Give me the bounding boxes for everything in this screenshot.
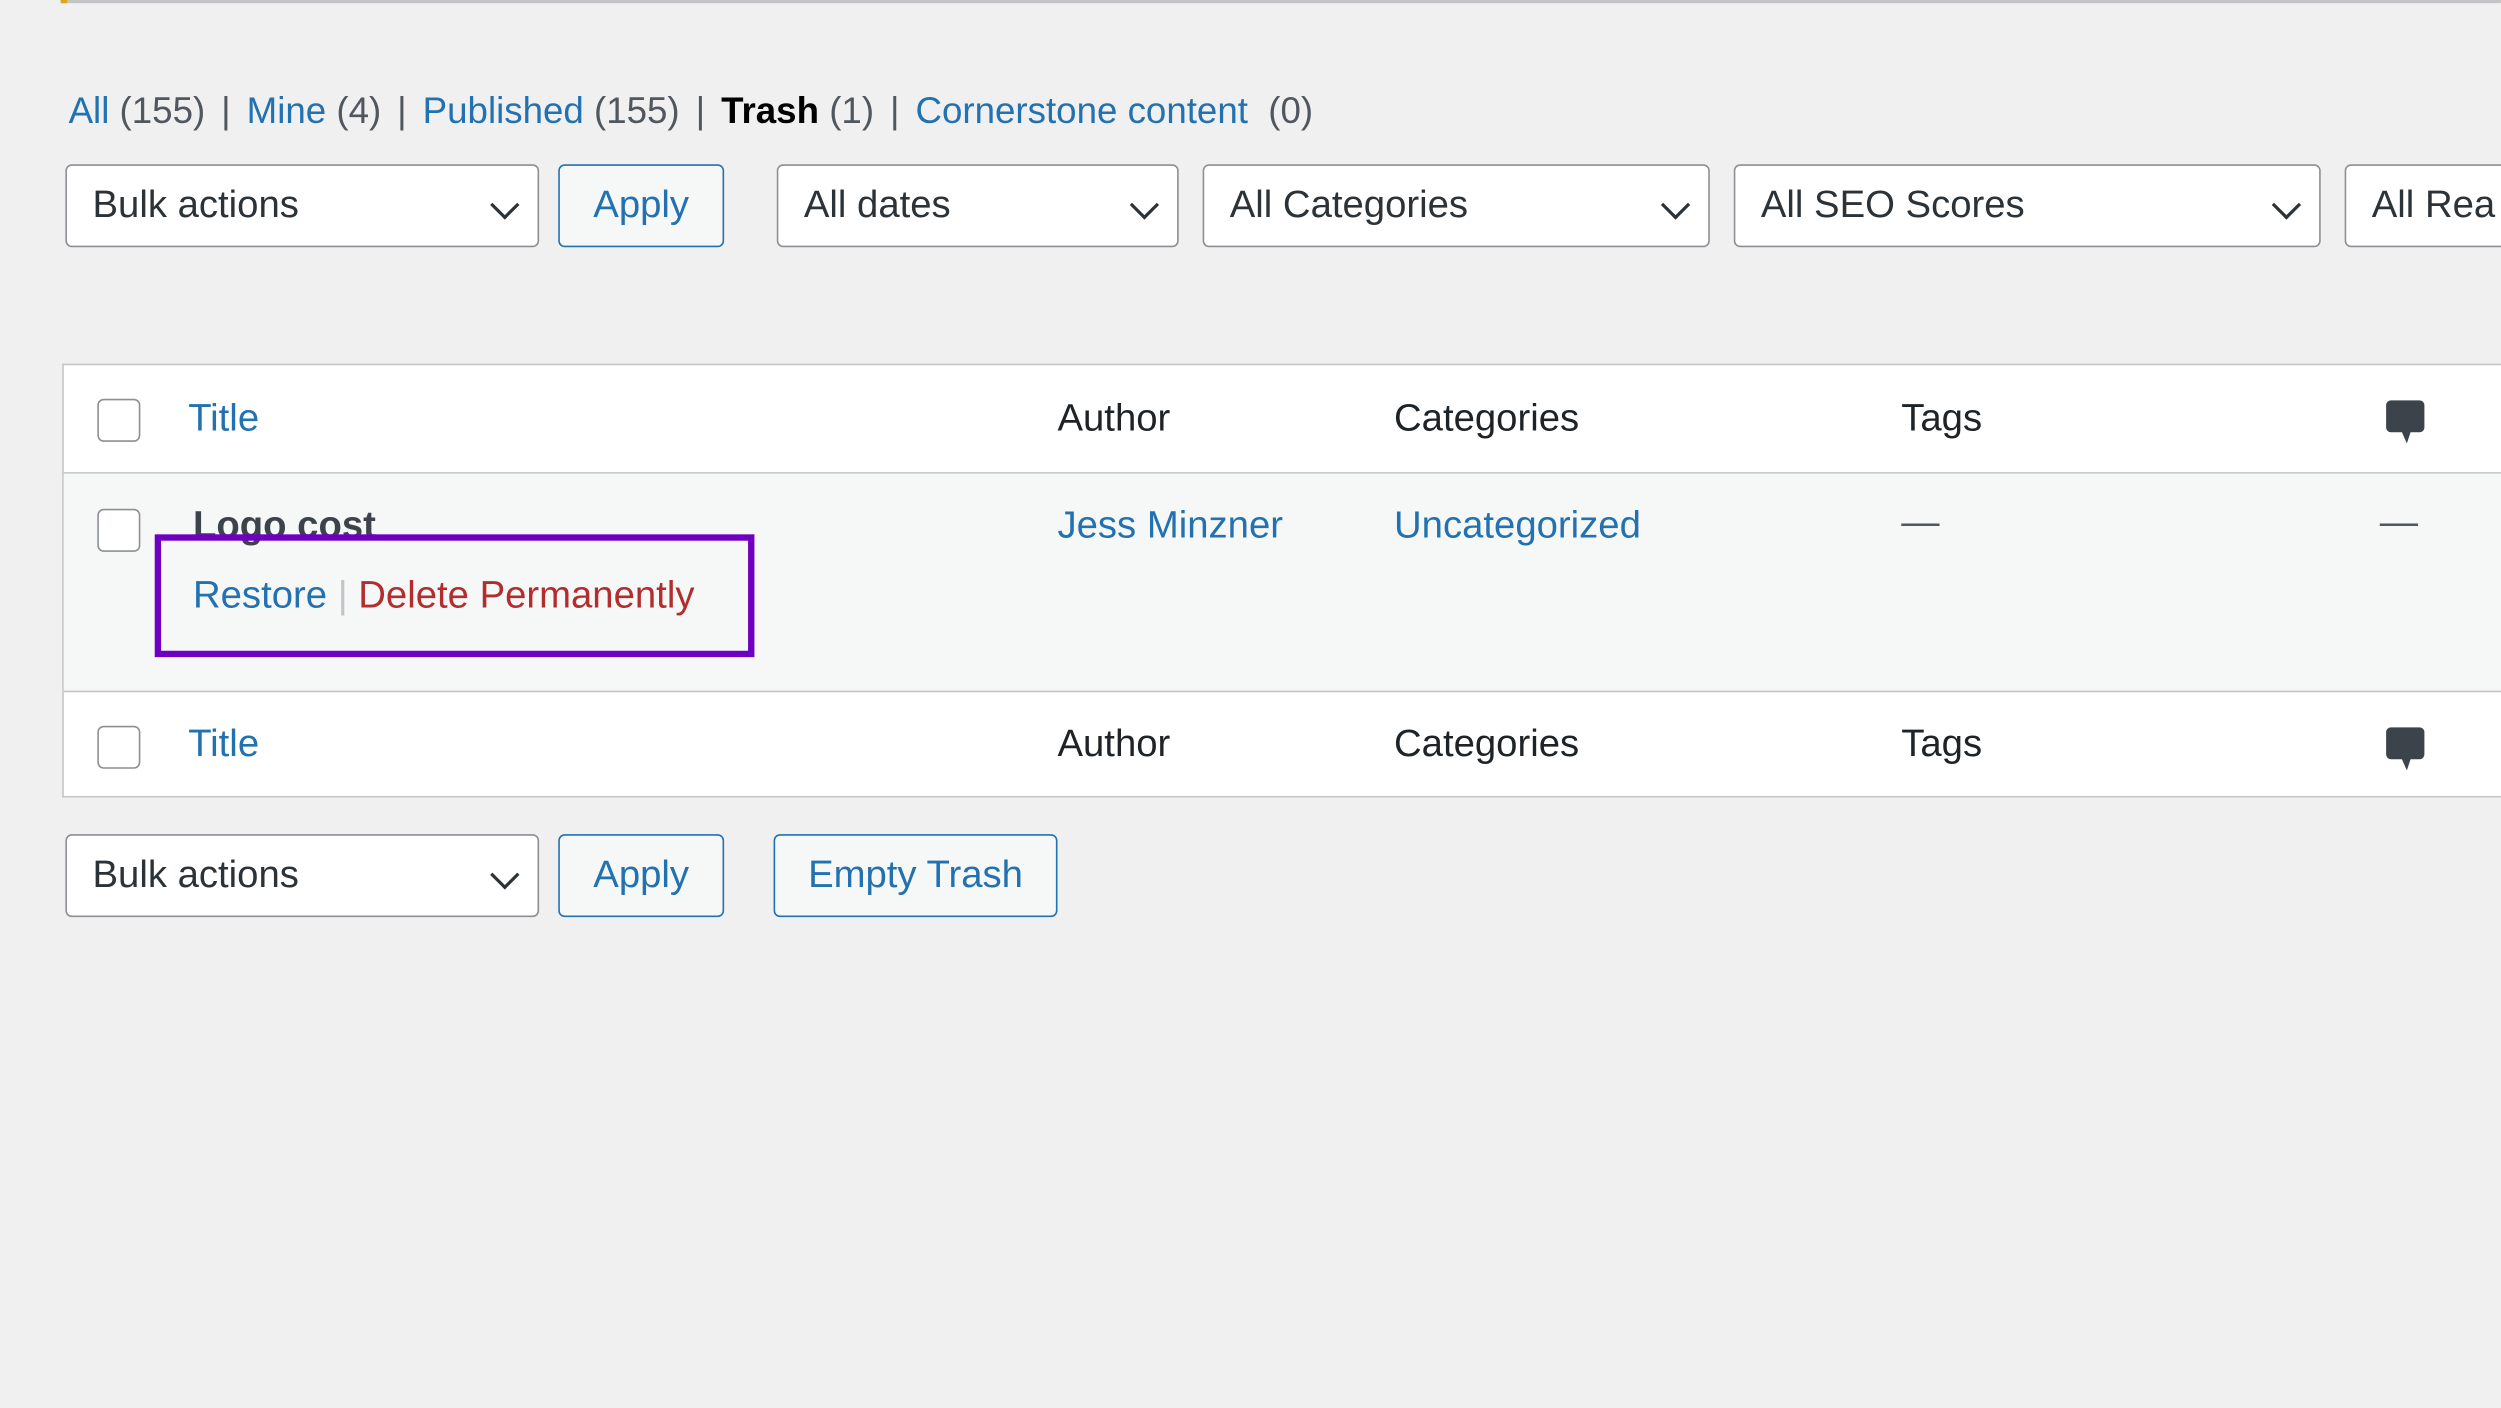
separator: | bbox=[695, 89, 706, 131]
filter-trash[interactable]: Trash (1) bbox=[721, 89, 874, 130]
apply-button-bottom[interactable]: Apply bbox=[558, 834, 725, 918]
readability-select[interactable]: All Rea bbox=[2344, 164, 2501, 248]
seo-scores-select[interactable]: All SEO Scores bbox=[1733, 164, 2321, 248]
empty-trash-button[interactable]: Empty Trash bbox=[773, 834, 1058, 918]
dates-value: All dates bbox=[803, 183, 951, 227]
status-filters: All (155) | Mine (4) | Published (155) | Trash… bbox=[69, 89, 1314, 132]
bulk-actions-value: Bulk actions bbox=[92, 183, 299, 227]
chevron-down-icon bbox=[1129, 190, 1160, 220]
readability-value: All Rea bbox=[2371, 183, 2496, 227]
filter-published[interactable]: Published (155) bbox=[423, 89, 680, 130]
apply-button[interactable]: Apply bbox=[558, 164, 725, 248]
categories-value: All Categories bbox=[1229, 183, 1469, 227]
tags-column-header: Tags bbox=[1901, 397, 1983, 441]
chevron-down-icon bbox=[490, 860, 520, 890]
tags-value: — bbox=[1901, 500, 1940, 544]
filter-mine[interactable]: Mine (4) bbox=[247, 89, 382, 130]
author-column-footer: Author bbox=[1057, 722, 1171, 766]
separator: | bbox=[397, 89, 407, 131]
bulk-actions-select-bottom[interactable]: Bulk actions bbox=[65, 834, 540, 918]
highlight-box bbox=[154, 534, 755, 658]
select-all-checkbox[interactable] bbox=[97, 398, 141, 442]
bulk-actions-select[interactable]: Bulk actions bbox=[65, 164, 540, 248]
author-column-header: Author bbox=[1057, 397, 1171, 441]
table-header: Title Author Categories Tags bbox=[63, 365, 2501, 474]
chevron-down-icon bbox=[490, 190, 520, 220]
bulk-actions-value: Bulk actions bbox=[92, 853, 299, 897]
categories-column-header: Categories bbox=[1394, 397, 1580, 441]
top-divider bbox=[60, 0, 2501, 4]
categories-column-footer: Categories bbox=[1394, 722, 1580, 766]
category-link[interactable]: Uncategorized bbox=[1394, 504, 1641, 549]
tags-column-footer: Tags bbox=[1901, 722, 1983, 766]
title-column-sort[interactable]: Title bbox=[188, 397, 259, 442]
comment-icon[interactable] bbox=[2386, 727, 2425, 771]
comment-icon[interactable] bbox=[2386, 400, 2425, 444]
filter-cornerstone[interactable]: Cornerstone content (0) bbox=[916, 89, 1314, 130]
comments-value: — bbox=[2379, 500, 2419, 544]
separator: | bbox=[890, 89, 900, 131]
chevron-down-icon bbox=[2271, 190, 2302, 220]
author-link[interactable]: Jess Minzner bbox=[1057, 504, 1282, 549]
row-checkbox[interactable] bbox=[97, 508, 141, 552]
filter-all[interactable]: All (155) bbox=[69, 89, 206, 130]
dates-select[interactable]: All dates bbox=[776, 164, 1179, 248]
separator: | bbox=[221, 89, 231, 131]
chevron-down-icon bbox=[1660, 190, 1691, 220]
table-footer: Title Author Categories Tags bbox=[64, 692, 2501, 797]
categories-select[interactable]: All Categories bbox=[1202, 164, 1710, 248]
title-column-sort-footer[interactable]: Title bbox=[188, 723, 259, 768]
select-all-checkbox-footer[interactable] bbox=[97, 725, 141, 769]
seo-value: All SEO Scores bbox=[1760, 183, 2025, 227]
